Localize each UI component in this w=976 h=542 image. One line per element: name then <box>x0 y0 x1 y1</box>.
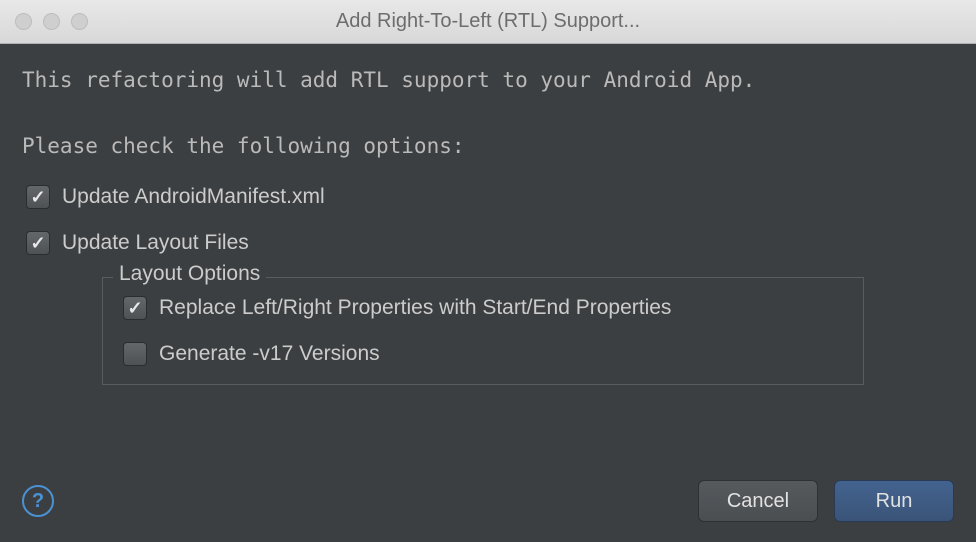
intro-text: This refactoring will add RTL support to… <box>22 64 954 98</box>
prompt-text: Please check the following options: <box>22 130 954 164</box>
option-update-manifest[interactable]: Update AndroidManifest.xml <box>22 185 954 209</box>
dialog-footer: ? Cancel Run <box>22 480 954 522</box>
legend-layout-options: Layout Options <box>113 262 266 286</box>
cancel-button[interactable]: Cancel <box>698 480 818 522</box>
help-icon[interactable]: ? <box>22 485 54 517</box>
dialog-buttons: Cancel Run <box>698 480 954 522</box>
label-generate-v17: Generate -v17 Versions <box>159 342 380 366</box>
window-controls <box>0 13 88 30</box>
checkbox-replace-props[interactable] <box>123 296 147 320</box>
run-button[interactable]: Run <box>834 480 954 522</box>
fieldset-layout-options: Layout Options Replace Left/Right Proper… <box>102 277 864 385</box>
window-title: Add Right-To-Left (RTL) Support... <box>0 10 976 33</box>
close-window-icon[interactable] <box>15 13 32 30</box>
label-update-manifest: Update AndroidManifest.xml <box>62 185 325 209</box>
option-replace-props[interactable]: Replace Left/Right Properties with Start… <box>123 296 843 320</box>
zoom-window-icon[interactable] <box>71 13 88 30</box>
label-update-layout: Update Layout Files <box>62 231 249 255</box>
minimize-window-icon[interactable] <box>43 13 60 30</box>
option-generate-v17[interactable]: Generate -v17 Versions <box>123 342 843 366</box>
dialog-content: This refactoring will add RTL support to… <box>0 44 976 385</box>
option-update-layout[interactable]: Update Layout Files <box>22 231 954 255</box>
checkbox-update-layout[interactable] <box>26 231 50 255</box>
titlebar: Add Right-To-Left (RTL) Support... <box>0 0 976 44</box>
checkbox-update-manifest[interactable] <box>26 185 50 209</box>
label-replace-props: Replace Left/Right Properties with Start… <box>159 296 671 320</box>
checkbox-generate-v17[interactable] <box>123 342 147 366</box>
